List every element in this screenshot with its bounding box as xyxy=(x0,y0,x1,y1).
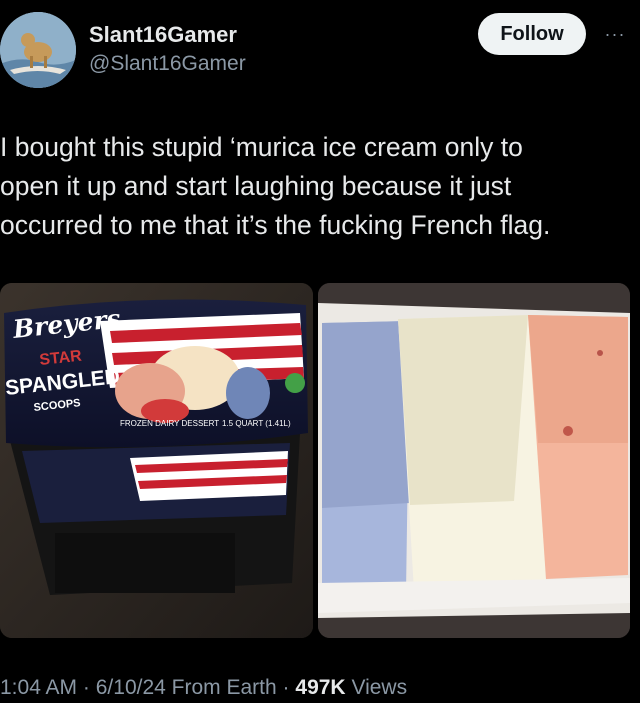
media-photo-ice-cream-open[interactable] xyxy=(318,283,630,638)
meta-separator-1: · xyxy=(82,676,90,699)
size-label: 1.5 QUART (1.41L) xyxy=(222,419,291,428)
follow-button[interactable]: Follow xyxy=(478,13,586,55)
views-count: 497K xyxy=(295,676,346,699)
media-photo-ice-cream-carton[interactable]: Breyers STAR SPANGLED SCOOPS FROZEN DAIR… xyxy=(0,283,313,638)
meta-separator-2: · xyxy=(282,676,290,699)
tweet-meta: 1:04 AM · 6/10/24 From Earth · 497K View… xyxy=(0,676,407,700)
tweet-text: I bought this stupid ‘murica ice cream o… xyxy=(0,132,551,240)
tweet-header: Slant16Gamer @Slant16Gamer Follow ··· xyxy=(0,0,640,100)
author-display-name[interactable]: Slant16Gamer xyxy=(89,22,237,48)
dog-surfing-icon xyxy=(0,12,76,88)
author-handle[interactable]: @Slant16Gamer xyxy=(89,52,246,76)
views-label: Views xyxy=(351,676,408,699)
tweet-date[interactable]: 6/10/24 xyxy=(96,676,166,699)
author-avatar[interactable] xyxy=(0,12,76,88)
more-options-icon[interactable]: ··· xyxy=(598,24,632,44)
dessert-label: FROZEN DAIRY DESSERT xyxy=(120,419,219,428)
tweet-time[interactable]: 1:04 AM xyxy=(0,676,77,699)
tweet-source: From Earth xyxy=(171,676,277,699)
